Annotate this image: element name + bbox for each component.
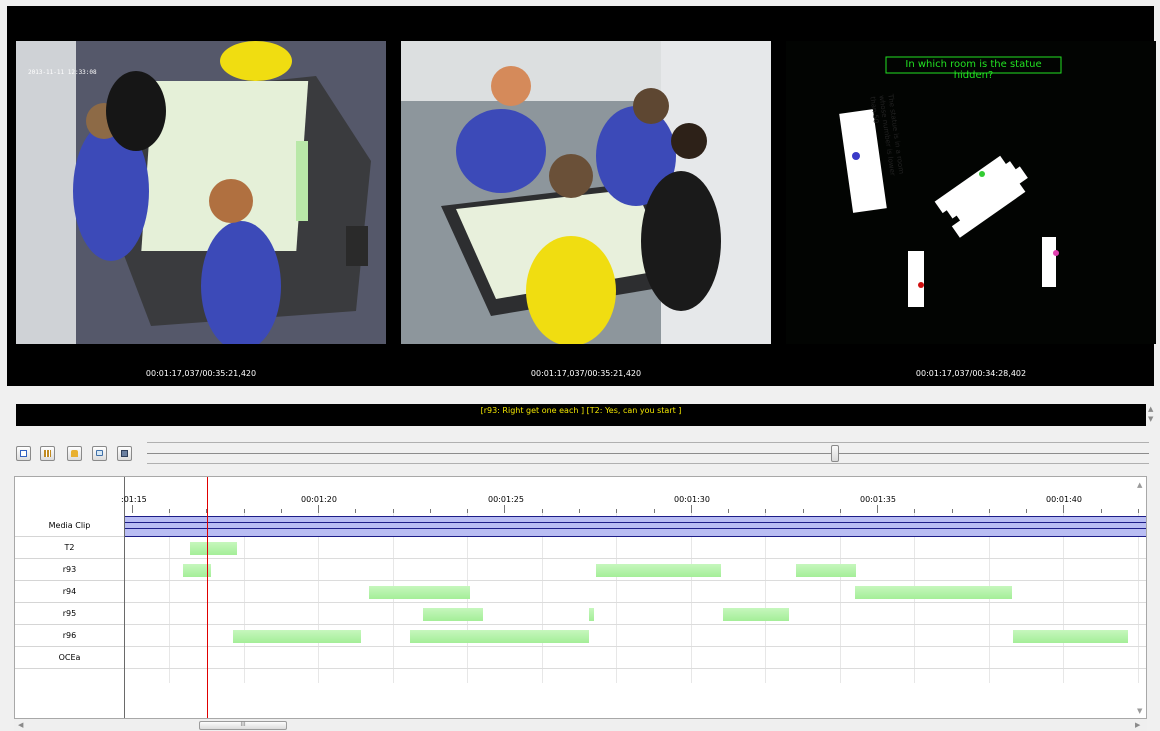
video-frame-2: [401, 41, 771, 344]
lock-button[interactable]: [67, 446, 82, 461]
tier-separator: [125, 580, 1146, 581]
ruler-label-0130: 00:01:30: [674, 495, 710, 504]
ruler-tick: [318, 505, 319, 513]
grid-icon: [44, 450, 51, 457]
tabletop-display: [786, 41, 1156, 344]
scroll-right-icon[interactable]: ▶: [1135, 721, 1140, 729]
ruler-minor-tick: [579, 509, 580, 513]
ruler-minor-tick: [1026, 509, 1027, 513]
annotation-t2[interactable]: [190, 542, 237, 555]
ruler-label-0135: 00:01:35: [860, 495, 896, 504]
annotation-r96[interactable]: [233, 630, 361, 643]
video-view-2[interactable]: [401, 41, 771, 344]
annotation-r93[interactable]: [796, 564, 856, 577]
grid-line: [318, 513, 319, 683]
scrollbar-thumb[interactable]: III: [199, 721, 287, 730]
ruler-label-0120: 00:01:20: [301, 495, 337, 504]
tier-label-r96[interactable]: r96: [15, 625, 124, 647]
subtitle-scroll-up-icon[interactable]: ▲: [1148, 405, 1153, 413]
media-clip-line: [125, 528, 1146, 529]
grid-line: [765, 513, 766, 683]
grid-line: [840, 513, 841, 683]
grid-line: [691, 513, 692, 683]
slider-track[interactable]: [147, 453, 1149, 454]
ruler-minor-tick: [728, 509, 729, 513]
horizontal-scrollbar[interactable]: ◀ ▶: [14, 719, 1147, 731]
tier-label-media-clip[interactable]: Media Clip: [15, 515, 124, 537]
video-view-3[interactable]: In which room is the statue hidden? The …: [786, 41, 1156, 344]
annotation-r94[interactable]: [855, 586, 1012, 599]
annotation-r95[interactable]: [589, 608, 594, 621]
comment-button[interactable]: [92, 446, 107, 461]
tier-separator: [125, 668, 1146, 669]
media-clip-bar[interactable]: [125, 516, 1146, 537]
text-icon: [20, 450, 27, 457]
lock-icon: [71, 450, 78, 457]
grid-view-button[interactable]: [40, 446, 55, 461]
video-time-1: 00:01:17,037/00:35:21,420: [145, 369, 257, 378]
annotation-r93[interactable]: [596, 564, 721, 577]
ruler-tick: [1063, 505, 1064, 513]
grid-line: [1063, 513, 1064, 683]
tier-label-r93[interactable]: r93: [15, 559, 124, 581]
video-panel: 2013-11-11 12:33:08 In which room is the…: [7, 6, 1156, 386]
text-button[interactable]: [16, 446, 31, 461]
tier-separator: [125, 624, 1146, 625]
grid-line: [169, 513, 170, 683]
annotation-r94[interactable]: [369, 586, 470, 599]
annotation-r96[interactable]: [410, 630, 589, 643]
video-time-2: 00:01:17,037/00:35:21,420: [530, 369, 642, 378]
tier-label-t2[interactable]: T2: [15, 537, 124, 559]
annotation-r95[interactable]: [423, 608, 483, 621]
ruler-minor-tick: [803, 509, 804, 513]
video-timestamp-osd: 2013-11-11 12:33:08: [28, 69, 97, 76]
slider-guide-top: [147, 442, 1149, 443]
ruler-tick: [504, 505, 505, 513]
ruler-minor-tick: [281, 509, 282, 513]
ruler-label-0115: :01:15: [121, 495, 147, 504]
subtitle-bar: [r93: Right get one each ] [T2: Yes, can…: [16, 404, 1146, 426]
ruler-label-0140: 00:01:40: [1046, 495, 1082, 504]
ruler-minor-tick: [355, 509, 356, 513]
annotation-timeline[interactable]: Media Clip T2 r93 r94 r95 r96 OCEa :01:1…: [14, 476, 1147, 719]
scroll-left-icon[interactable]: ◀: [18, 721, 23, 729]
annotation-r95[interactable]: [723, 608, 789, 621]
ruler-minor-tick: [654, 509, 655, 513]
ruler-label-0125: 00:01:25: [488, 495, 524, 504]
ruler-minor-tick: [1101, 509, 1102, 513]
tier-label-ocea[interactable]: OCEa: [15, 647, 124, 669]
ruler-tick: [132, 505, 133, 513]
annotation-r96[interactable]: [1013, 630, 1128, 643]
ruler-minor-tick: [430, 509, 431, 513]
tier-separator: [125, 646, 1146, 647]
ruler-tick: [691, 505, 692, 513]
video-view-1[interactable]: 2013-11-11 12:33:08: [16, 41, 386, 344]
grid-line: [1138, 513, 1139, 683]
subtitle-scroll-down-icon[interactable]: ▼: [1148, 415, 1153, 423]
tier-label-r94[interactable]: r94: [15, 581, 124, 603]
playhead-crosshair[interactable]: [207, 477, 208, 718]
save-icon: [121, 450, 128, 457]
ruler-tick: [877, 505, 878, 513]
ruler-minor-tick: [952, 509, 953, 513]
slider-guide-bottom: [147, 463, 1149, 464]
grid-line: [616, 513, 617, 683]
grid-line: [542, 513, 543, 683]
tier-separator: [125, 602, 1146, 603]
timeline-scroll-up-icon[interactable]: ▲: [1137, 481, 1142, 489]
slider-thumb[interactable]: [831, 445, 839, 462]
grid-line: [244, 513, 245, 683]
media-clip-line: [125, 522, 1146, 523]
tier-label-r95[interactable]: r95: [15, 603, 124, 625]
tier-separator: [125, 558, 1146, 559]
save-button[interactable]: [117, 446, 132, 461]
video-frame-1: [16, 41, 386, 344]
comment-icon: [96, 450, 103, 456]
video-time-3: 00:01:17,037/00:34:28,402: [915, 369, 1027, 378]
tier-name-column: Media Clip T2 r93 r94 r95 r96 OCEa: [15, 477, 125, 718]
tabletop-question: In which room is the statue hidden?: [905, 59, 1042, 81]
timeline-scroll-down-icon[interactable]: ▼: [1137, 707, 1142, 715]
